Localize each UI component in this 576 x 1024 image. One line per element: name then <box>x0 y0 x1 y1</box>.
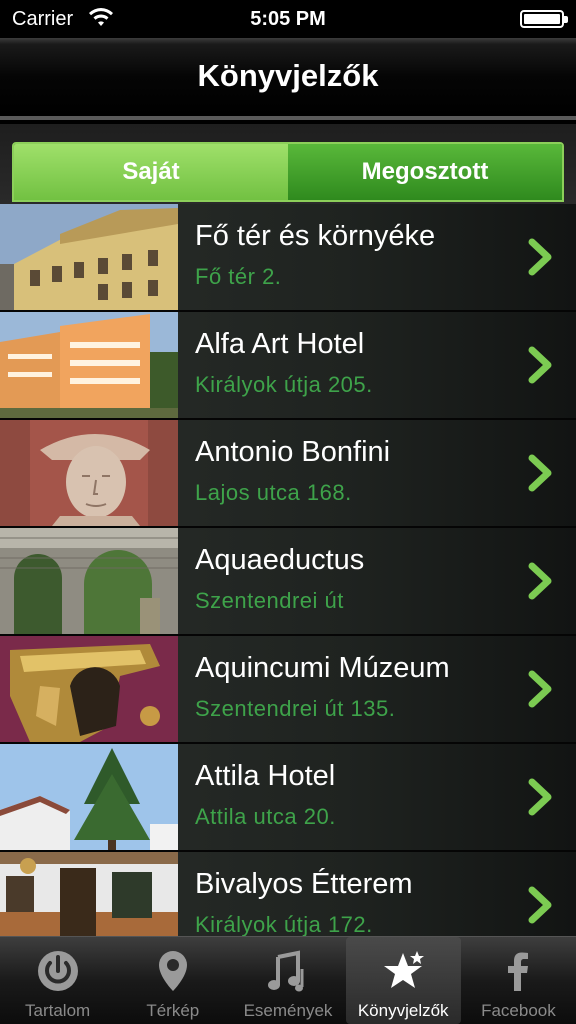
bookmark-address: Lajos utca 168. <box>195 480 352 505</box>
tab-label: Térkép <box>146 1001 200 1020</box>
chevron-right-icon <box>528 562 552 600</box>
list-item[interactable]: Aquaeductus Szentendrei út <box>0 528 576 636</box>
segmented-control: Saját Megosztott <box>12 142 564 202</box>
bookmark-name: Aquincumi Múzeum <box>195 652 450 684</box>
list-item[interactable]: Attila Hotel Attila utca 20. <box>0 744 576 852</box>
bookmark-name: Antonio Bonfini <box>195 436 391 468</box>
chevron-right-icon <box>528 778 552 816</box>
list-item[interactable]: Alfa Art Hotel Királyok útja 205. <box>0 312 576 420</box>
tab-label: Tartalom <box>25 1001 91 1020</box>
list-item[interactable]: Fő tér és környéke Fő tér 2. <box>0 204 576 312</box>
chevron-right-icon <box>528 346 552 384</box>
stars-icon <box>384 951 425 988</box>
bookmark-list[interactable]: Fő tér és környéke Fő tér 2. Alfa Art Ho… <box>0 204 576 936</box>
segment-shared[interactable]: Megosztott <box>288 144 562 200</box>
thumbnail-image <box>0 204 178 310</box>
tab-events[interactable]: Események <box>230 937 345 1024</box>
bookmark-name: Bivalyos Étterem <box>195 868 413 900</box>
segment-own[interactable]: Saját <box>14 144 288 200</box>
page-title: Könyvjelzők <box>197 58 379 93</box>
bookmark-address: Szentendrei út <box>195 588 344 613</box>
list-item[interactable]: Antonio Bonfini Lajos utca 168. <box>0 420 576 528</box>
tab-facebook[interactable]: Facebook <box>461 937 576 1024</box>
chevron-right-icon <box>528 886 552 924</box>
map-pin-icon <box>158 951 187 991</box>
thumbnail-image <box>0 744 178 850</box>
power-icon <box>37 951 78 991</box>
bookmark-name: Aquaeductus <box>195 544 365 576</box>
list-item[interactable]: Aquincumi Múzeum Szentendrei út 135. <box>0 636 576 744</box>
thumbnail-image <box>0 636 178 742</box>
chevron-right-icon <box>528 670 552 708</box>
facebook-icon <box>508 952 529 991</box>
tab-bookmarks[interactable]: Könyvjelzők <box>345 937 461 1024</box>
battery-icon <box>520 10 568 28</box>
list-item[interactable]: Bivalyos Étterem Királyok útja 172. <box>0 852 576 936</box>
bookmark-name: Attila Hotel <box>195 760 336 792</box>
bookmark-address: Királyok útja 172. <box>195 912 373 936</box>
tab-contents[interactable]: Tartalom <box>0 937 115 1024</box>
thumbnail-image <box>0 420 178 526</box>
bookmark-address: Királyok útja 205. <box>195 372 373 397</box>
bookmark-address: Attila utca 20. <box>195 804 336 829</box>
tab-label: Facebook <box>481 1001 556 1020</box>
bookmark-name: Fő tér és környéke <box>195 220 436 252</box>
clock: 5:05 PM <box>250 8 326 30</box>
segment-area: Saját Megosztott <box>0 124 576 204</box>
tab-label: Események <box>243 1001 333 1020</box>
bookmark-address: Fő tér 2. <box>195 264 282 289</box>
bookmark-address: Szentendrei út 135. <box>195 696 396 721</box>
bookmark-name: Alfa Art Hotel <box>195 328 365 360</box>
status-bar: Carrier 5:05 PM <box>0 0 576 38</box>
thumbnail-image <box>0 528 178 634</box>
chevron-right-icon <box>528 238 552 276</box>
thumbnail-image <box>0 852 178 936</box>
tab-bar: Tartalom Térkép Események Könyvjelzők Fa… <box>0 936 576 1024</box>
chevron-right-icon <box>528 454 552 492</box>
thumbnail-image <box>0 312 178 418</box>
navigation-bar: Könyvjelzők <box>0 38 576 120</box>
music-notes-icon <box>268 950 304 992</box>
tab-label: Könyvjelzők <box>357 1001 449 1020</box>
tab-map[interactable]: Térkép <box>115 937 230 1024</box>
